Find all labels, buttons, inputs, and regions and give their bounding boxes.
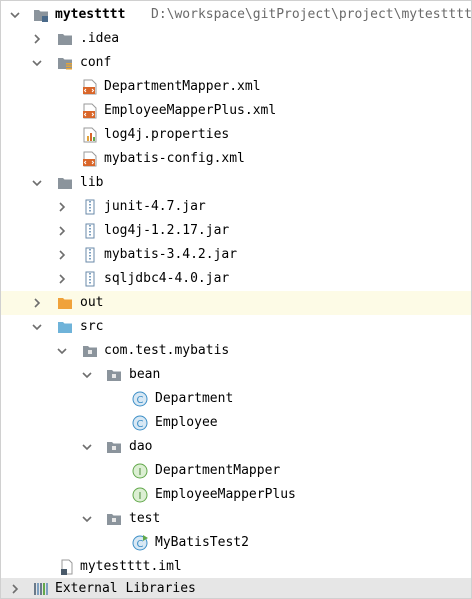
package-label: com.test.mybatis <box>104 343 230 358</box>
class-label: Department <box>155 391 234 406</box>
folder-label-lib: lib <box>80 175 104 190</box>
jar-label: log4j-1.2.17.jar <box>104 223 230 238</box>
tree-row-file[interactable]: DepartmentMapper.xml <box>1 75 471 99</box>
module-file-icon <box>59 559 75 575</box>
chevron-right-icon[interactable] <box>31 33 43 45</box>
svg-text:C: C <box>137 539 144 550</box>
file-label: log4j.properties <box>104 127 230 142</box>
library-icon <box>33 581 49 597</box>
tree-row-dao[interactable]: dao <box>1 435 471 459</box>
chevron-down-icon[interactable] <box>31 177 43 189</box>
tree-row-project-root[interactable]: mytestttt D:\workspace\gitProject\projec… <box>1 3 471 27</box>
svg-text:C: C <box>137 395 144 406</box>
chevron-down-icon[interactable] <box>81 369 93 381</box>
tree-row-interface[interactable]: I DepartmentMapper <box>1 459 471 483</box>
runnable-class-icon: C <box>132 535 148 551</box>
tree-row-lib[interactable]: lib <box>1 171 471 195</box>
resource-folder-icon <box>57 55 73 71</box>
tree-row-bean[interactable]: bean <box>1 363 471 387</box>
chevron-down-icon[interactable] <box>31 57 43 69</box>
tree-row-class[interactable]: C Employee <box>1 411 471 435</box>
tree-row-interface[interactable]: I EmployeeMapperPlus <box>1 483 471 507</box>
folder-icon <box>57 31 73 47</box>
svg-text:C: C <box>137 419 144 430</box>
chevron-down-icon[interactable] <box>81 513 93 525</box>
tree-row-file[interactable]: log4j.properties <box>1 123 471 147</box>
jar-icon <box>82 271 98 287</box>
folder-icon <box>57 175 73 191</box>
external-libraries-label: External Libraries <box>55 581 196 596</box>
tree-row-jar[interactable]: sqljdbc4-4.0.jar <box>1 267 471 291</box>
folder-label-out: out <box>80 295 104 310</box>
class-label: MyBatisTest2 <box>155 535 249 550</box>
chevron-right-icon[interactable] <box>31 297 43 309</box>
tree-row-external-libraries[interactable]: External Libraries <box>1 578 471 598</box>
tree-row-src[interactable]: src <box>1 315 471 339</box>
tree-row-jar[interactable]: log4j-1.2.17.jar <box>1 219 471 243</box>
chevron-down-icon[interactable] <box>56 345 68 357</box>
jar-label: mybatis-3.4.2.jar <box>104 247 238 262</box>
jar-icon <box>82 199 98 215</box>
tree-row-jar[interactable]: mybatis-3.4.2.jar <box>1 243 471 267</box>
package-icon <box>106 439 122 455</box>
file-label: EmployeeMapperPlus.xml <box>104 103 277 118</box>
svg-text:I: I <box>139 491 142 502</box>
tree-row-test[interactable]: test <box>1 507 471 531</box>
jar-label: sqljdbc4-4.0.jar <box>104 271 230 286</box>
interface-icon: I <box>132 487 148 503</box>
class-icon: C <box>132 415 148 431</box>
folder-label-conf: conf <box>80 55 112 70</box>
folder-label-idea: .idea <box>80 31 120 46</box>
xml-file-icon <box>82 103 98 119</box>
chevron-down-icon[interactable] <box>31 321 43 333</box>
class-label: Employee <box>155 415 218 430</box>
package-label-dao: dao <box>129 439 153 454</box>
package-icon <box>106 367 122 383</box>
interface-label: EmployeeMapperPlus <box>155 487 296 502</box>
chevron-right-icon[interactable] <box>56 201 68 213</box>
package-icon <box>82 343 98 359</box>
tree-row-jar[interactable]: junit-4.7.jar <box>1 195 471 219</box>
tree-row-class[interactable]: C MyBatisTest2 <box>1 531 471 555</box>
file-label: mybatis-config.xml <box>104 151 245 166</box>
package-label-bean: bean <box>129 367 161 382</box>
file-label-iml: mytestttt.iml <box>80 559 182 574</box>
jar-icon <box>82 247 98 263</box>
properties-file-icon <box>82 127 98 143</box>
chevron-right-icon[interactable] <box>56 273 68 285</box>
folder-label-src: src <box>80 319 104 334</box>
xml-file-icon <box>82 79 98 95</box>
package-icon <box>106 511 122 527</box>
tree-row-file[interactable]: EmployeeMapperPlus.xml <box>1 99 471 123</box>
excluded-folder-icon <box>57 295 73 311</box>
tree-row-out[interactable]: out <box>1 291 471 315</box>
jar-icon <box>82 223 98 239</box>
package-label-test: test <box>129 511 161 526</box>
project-tree-panel: mytestttt D:\workspace\gitProject\projec… <box>0 0 472 599</box>
jar-label: junit-4.7.jar <box>104 199 206 214</box>
file-label: DepartmentMapper.xml <box>104 79 261 94</box>
chevron-right-icon[interactable] <box>56 225 68 237</box>
xml-file-icon <box>82 151 98 167</box>
project-folder-icon <box>33 7 49 23</box>
interface-label: DepartmentMapper <box>155 463 281 478</box>
tree-row-iml[interactable]: mytestttt.iml <box>1 555 471 579</box>
tree-row-idea[interactable]: .idea <box>1 27 471 51</box>
svg-text:I: I <box>139 467 142 478</box>
chevron-down-icon[interactable] <box>9 9 21 21</box>
chevron-right-icon[interactable] <box>9 583 21 595</box>
interface-icon: I <box>132 463 148 479</box>
chevron-down-icon[interactable] <box>81 441 93 453</box>
tree-row-conf[interactable]: conf <box>1 51 471 75</box>
source-folder-icon <box>57 319 73 335</box>
chevron-right-icon[interactable] <box>56 249 68 261</box>
class-icon: C <box>132 391 148 407</box>
tree-row-package[interactable]: com.test.mybatis <box>1 339 471 363</box>
project-name-label: mytestttt <box>55 7 126 22</box>
project-path-label: D:\workspace\gitProject\project\mytesttt… <box>151 7 472 22</box>
tree-row-file[interactable]: mybatis-config.xml <box>1 147 471 171</box>
tree-row-class[interactable]: C Department <box>1 387 471 411</box>
